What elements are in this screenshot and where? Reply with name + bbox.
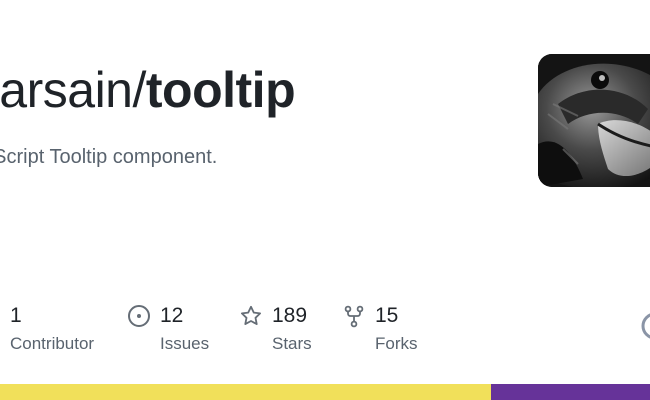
stars-label: Stars: [272, 334, 312, 353]
repo-owner[interactable]: darsain: [0, 62, 133, 118]
issues-icon: [128, 305, 150, 327]
stat-contributors[interactable]: 1 Contributor: [0, 300, 110, 360]
repo-social-card: darsain/tooltip vaScript Tooltip compone…: [0, 0, 650, 400]
stat-issues[interactable]: 12 Issues: [127, 300, 227, 360]
forks-count: 15: [375, 304, 399, 327]
star-icon: [241, 305, 261, 325]
fork-icon: [344, 305, 364, 328]
repo-name[interactable]: tooltip: [146, 62, 296, 118]
stat-stars[interactable]: 189 Stars: [239, 300, 329, 360]
forks-label: Forks: [375, 334, 418, 353]
avatar-image: [538, 54, 650, 187]
language-bar: [0, 384, 650, 400]
issues-count: 12: [160, 304, 184, 327]
issues-label: Issues: [160, 334, 210, 353]
language-segment-css: [490, 384, 650, 400]
github-logo-icon: [641, 313, 650, 339]
repo-title[interactable]: darsain/tooltip: [0, 58, 296, 122]
repo-description: vaScript Tooltip component.: [0, 146, 218, 168]
contributors-count: 1: [10, 304, 22, 327]
stars-count: 189: [272, 304, 308, 327]
language-segment-javascript: [0, 384, 491, 400]
contributors-label: Contributor: [10, 334, 95, 353]
repo-separator: /: [132, 62, 147, 118]
repo-stats: 1 Contributor 12 Issues 189 Stars 15 For…: [0, 300, 650, 370]
owner-avatar[interactable]: [538, 54, 650, 187]
stat-forks[interactable]: 15 Forks: [342, 300, 432, 360]
